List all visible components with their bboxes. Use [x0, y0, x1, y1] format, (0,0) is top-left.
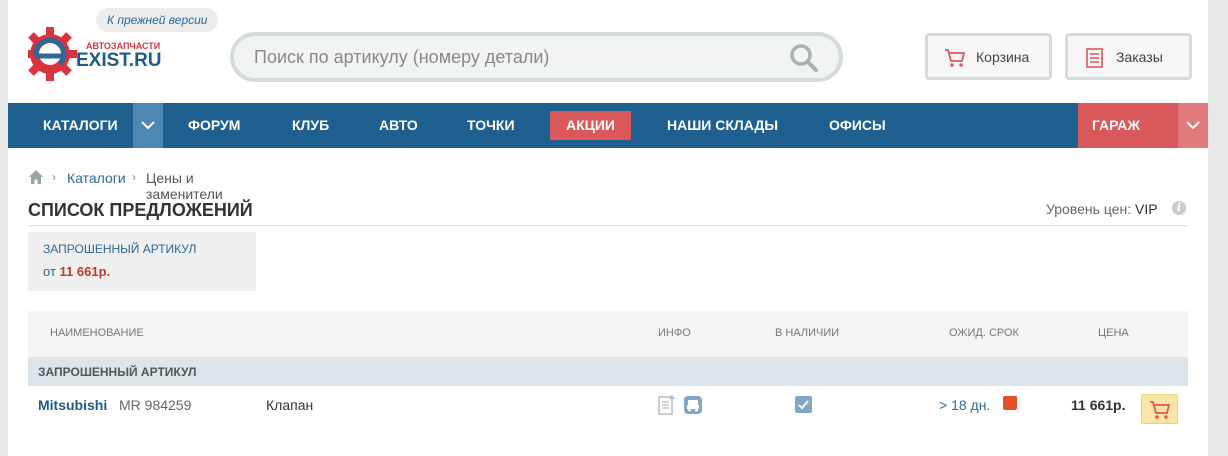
price-level: Уровень цен: VIP: [1046, 201, 1158, 217]
in-stock-checkbox: [795, 396, 812, 413]
nav-item-forum[interactable]: Форум: [188, 103, 240, 148]
old-version-link[interactable]: К прежней версии: [96, 8, 219, 32]
chevron-down-icon: [1186, 121, 1200, 130]
orders-button[interactable]: Заказы: [1065, 33, 1192, 80]
page-title: СПИСОК ПРЕДЛОЖЕНИЙ: [28, 200, 253, 220]
nav-item-catalogs[interactable]: Каталоги: [43, 103, 118, 148]
nav-item-offices[interactable]: Офисы: [829, 103, 886, 148]
cart-icon: [945, 49, 966, 67]
cart-button[interactable]: Корзина: [925, 33, 1052, 80]
car-icon[interactable]: [684, 396, 702, 414]
table-row: Mitsubishi MR 984259 Клапан > 18 дн. 11 …: [28, 386, 1188, 424]
requested-price-prefix: от: [43, 264, 56, 279]
column-name[interactable]: Наименование: [50, 327, 144, 339]
requested-article-label: Запрошенный артикул: [43, 242, 197, 256]
column-info: Инфо: [658, 327, 691, 339]
checkbox-checked-icon: [798, 400, 809, 410]
column-price[interactable]: Цена: [1098, 327, 1129, 339]
nav-item-points[interactable]: Точки: [467, 103, 515, 148]
nav-item-auto[interactable]: Авто: [379, 103, 418, 148]
breadcrumb-separator: ›: [132, 170, 136, 184]
price-level-label: Уровень цен:: [1046, 201, 1132, 217]
list-icon: [1086, 48, 1103, 68]
orders-label: Заказы: [1116, 49, 1163, 65]
breadcrumb-current: Цены и заменители: [146, 170, 223, 202]
title-divider: [28, 225, 1188, 226]
nav-item-warehouses[interactable]: Наши склады: [667, 103, 778, 148]
document-icon[interactable]: [658, 395, 676, 415]
requested-article-price: от 11 661р.: [43, 264, 110, 279]
add-to-cart-button[interactable]: [1141, 394, 1178, 424]
delivery-status-badge: [1003, 396, 1017, 410]
column-delivery[interactable]: Ожид. срок: [949, 327, 1019, 339]
info-icon[interactable]: i: [1172, 201, 1186, 215]
requested-price-amount: 11 661р.: [59, 264, 111, 279]
group-label: Запрошенный артикул: [38, 365, 197, 379]
logo-main-text: EXIST.RU: [76, 50, 162, 71]
cart-icon: [1150, 401, 1171, 419]
row-name: Клапан: [266, 397, 314, 413]
breadcrumb-separator: ›: [52, 170, 56, 184]
cart-label: Корзина: [976, 49, 1030, 65]
search-box[interactable]: [230, 32, 843, 82]
nav-item-promo[interactable]: Акции: [550, 111, 631, 140]
main-nav: Каталоги Форум Клуб Авто Точки Акции Наш…: [8, 103, 1208, 148]
price-level-value: VIP: [1134, 201, 1158, 217]
group-row-requested: Запрошенный артикул: [28, 357, 1188, 386]
row-delivery: > 18 дн.: [939, 397, 991, 413]
nav-catalogs-dropdown[interactable]: [133, 103, 163, 148]
home-icon[interactable]: [28, 169, 44, 185]
window-left-margin: [0, 0, 8, 456]
breadcrumb-link-catalogs[interactable]: Каталоги: [67, 170, 126, 186]
window-right-margin: [1208, 0, 1228, 456]
row-price: 11 661р.: [1071, 397, 1126, 413]
row-article: MR 984259: [119, 397, 192, 413]
garage-dropdown[interactable]: [1178, 103, 1208, 148]
requested-article-box[interactable]: Запрошенный артикул от 11 661р.: [28, 232, 256, 291]
column-in-stock[interactable]: В наличии: [775, 327, 839, 339]
search-input[interactable]: [254, 44, 774, 70]
site-header: АВТОЗАПЧАСТИ EXIST.RU К прежней версии К…: [8, 0, 1208, 103]
row-brand[interactable]: Mitsubishi: [38, 397, 107, 413]
nav-promo-label: Акции: [565, 117, 615, 133]
table-header: Наименование Инфо В наличии Ожид. срок Ц…: [28, 311, 1188, 357]
chevron-down-icon: [141, 121, 155, 130]
search-icon[interactable]: [789, 43, 819, 73]
nav-item-club[interactable]: Клуб: [292, 103, 329, 148]
garage-button[interactable]: ГАРАЖ: [1078, 103, 1178, 148]
